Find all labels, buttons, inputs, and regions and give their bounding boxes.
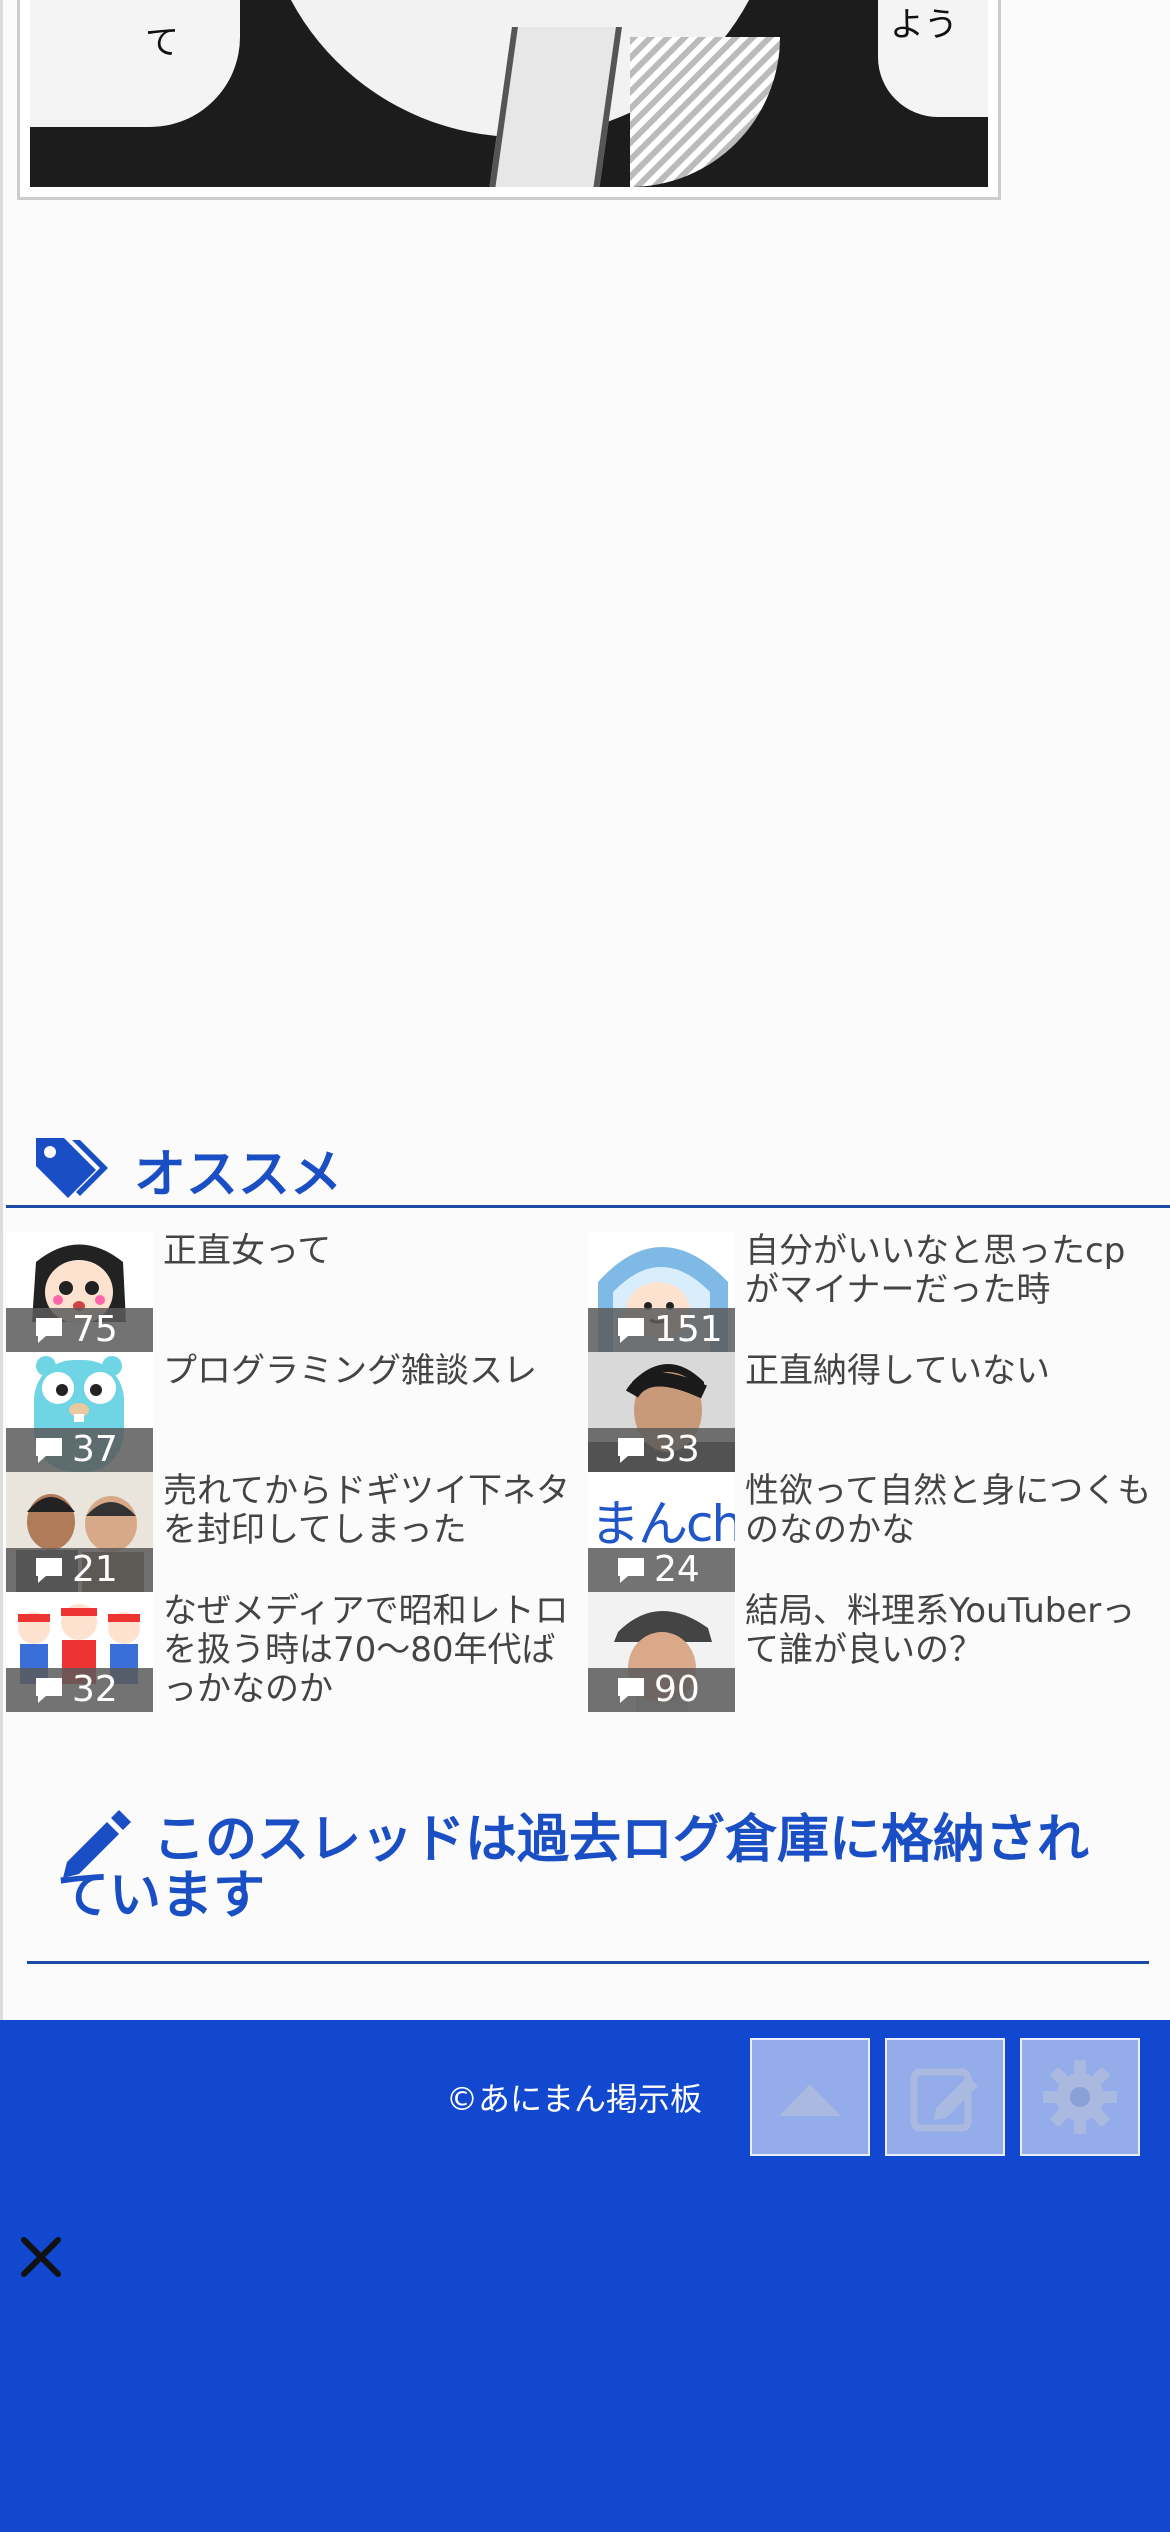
recommend-item-title: 正直女って bbox=[163, 1231, 332, 1271]
thumbnail: 75 bbox=[6, 1232, 153, 1352]
comment-icon bbox=[618, 1678, 644, 1703]
manch-logo: まんch bbox=[590, 1495, 735, 1553]
comment-icon bbox=[36, 1318, 62, 1343]
compose-button[interactable] bbox=[885, 2038, 1005, 2156]
close-icon[interactable] bbox=[16, 2232, 66, 2282]
settings-button[interactable] bbox=[1020, 2038, 1140, 2156]
thumbnail: 33 bbox=[588, 1352, 735, 1472]
edit-icon bbox=[910, 2068, 978, 2132]
manga-text-right: よう bbox=[890, 5, 958, 45]
comment-icon bbox=[618, 1318, 644, 1343]
recommend-item[interactable]: 90 結局、料理系YouTuberって誰が良いの？ bbox=[585, 1592, 1165, 1712]
thumbnail: まんch 24 bbox=[588, 1472, 735, 1592]
recommend-item[interactable]: 32 なぜメディアで昭和レトロを扱う時は70〜80年代ばっかなのか bbox=[3, 1592, 583, 1712]
recommend-item-title: 自分がいいなと思ったcpがマイナーだった時 bbox=[745, 1231, 1126, 1310]
comment-count: 33 bbox=[588, 1428, 735, 1472]
thumbnail: 151 bbox=[588, 1232, 735, 1352]
comment-count: 37 bbox=[6, 1428, 153, 1472]
manga-image: て よう bbox=[30, 0, 988, 187]
recommend-item[interactable]: まんch 24 性欲って自然と身につくものなのかな bbox=[585, 1472, 1165, 1592]
thumbnail: 32 bbox=[6, 1592, 153, 1712]
recommend-item[interactable]: 37 プログラミング雑談スレ bbox=[3, 1352, 583, 1472]
comment-count: 21 bbox=[6, 1548, 153, 1592]
archive-notice-text: このスレッドは過去ログ倉庫に格納されています bbox=[57, 1810, 1090, 1926]
archive-notice: このスレッドは過去ログ倉庫に格納されています bbox=[27, 1802, 1149, 1964]
comment-icon bbox=[36, 1678, 62, 1703]
comment-count: 90 bbox=[588, 1668, 735, 1712]
recommend-item-title: 売れてからドギツイ下ネタを封印してしまった bbox=[163, 1471, 570, 1550]
recommend-item[interactable]: 151 自分がいいなと思ったcpがマイナーだった時 bbox=[585, 1232, 1165, 1352]
comment-count: 75 bbox=[6, 1308, 153, 1352]
recommend-title: オススメ bbox=[134, 1145, 343, 1205]
comment-icon bbox=[36, 1438, 62, 1463]
comment-count: 151 bbox=[588, 1308, 735, 1352]
recommend-item[interactable]: 21 売れてからドギツイ下ネタを封印してしまった bbox=[3, 1472, 583, 1592]
recommend-item-title: 正直納得していない bbox=[745, 1351, 1050, 1391]
recommend-item[interactable]: 75 正直女って bbox=[3, 1232, 583, 1352]
tag-icon bbox=[36, 1138, 108, 1198]
recommend-header: オススメ bbox=[6, 1118, 1170, 1208]
recommend-item-title: なぜメディアで昭和レトロを扱う時は70〜80年代ばっかなのか bbox=[163, 1591, 569, 1709]
thumbnail: 21 bbox=[6, 1472, 153, 1592]
recommend-item-title: プログラミング雑談スレ bbox=[163, 1351, 537, 1391]
copyright: ©あにまん掲示板 bbox=[446, 2080, 703, 2118]
scroll-top-button[interactable] bbox=[750, 2038, 870, 2156]
recommend-item-title: 結局、料理系YouTuberって誰が良いの？ bbox=[745, 1591, 1136, 1670]
thumbnail: 37 bbox=[6, 1352, 153, 1472]
gear-icon bbox=[1043, 2060, 1117, 2134]
manga-image-frame[interactable]: て よう bbox=[17, 0, 1001, 200]
comment-icon bbox=[618, 1438, 644, 1463]
triangle-up-icon bbox=[779, 2084, 841, 2116]
thumbnail: 90 bbox=[588, 1592, 735, 1712]
manga-text-left: て bbox=[145, 23, 179, 63]
comment-count: 32 bbox=[6, 1668, 153, 1712]
comment-count: 24 bbox=[588, 1548, 735, 1592]
comment-icon bbox=[36, 1558, 62, 1583]
recommend-item-title: 性欲って自然と身につくものなのかな bbox=[745, 1471, 1152, 1550]
footer: ©あにまん掲示板 bbox=[0, 2020, 1170, 2532]
comment-icon bbox=[618, 1558, 644, 1583]
page-content: て よう オススメ 75 正直女って 151 自分がいいなと思ったcpがマイナー… bbox=[0, 0, 1170, 2020]
recommend-item[interactable]: 33 正直納得していない bbox=[585, 1352, 1165, 1472]
